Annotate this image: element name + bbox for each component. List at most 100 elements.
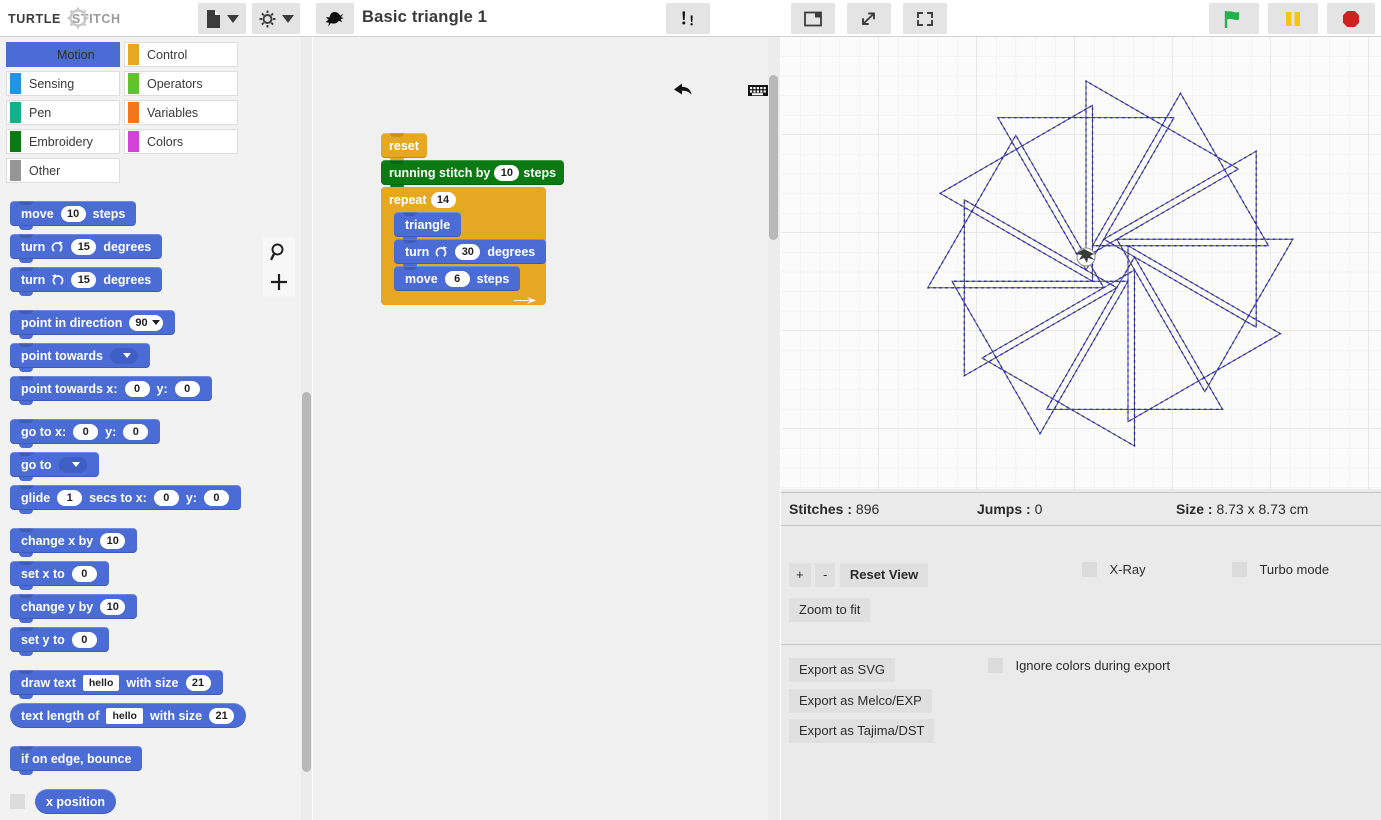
warnings-button[interactable]: [666, 3, 710, 34]
palette-block-row: text length of hello with size 21: [10, 699, 300, 732]
turbo-checkbox[interactable]: [1232, 562, 1247, 578]
embroidery-stage[interactable]: [781, 37, 1381, 489]
palette-category-control[interactable]: Control: [124, 42, 238, 67]
settings-menu-button[interactable]: [252, 3, 300, 34]
repeat-header[interactable]: repeat 14: [381, 187, 468, 212]
script-block-running-stitch[interactable]: running stitch by 10 steps: [381, 160, 565, 189]
xray-toggle[interactable]: X-Ray: [1082, 561, 1146, 579]
file-menu-button[interactable]: [198, 3, 246, 34]
block-x-position[interactable]: x position: [35, 789, 117, 814]
stage-small-button[interactable]: [791, 3, 835, 34]
undo-button[interactable]: [666, 75, 700, 105]
block-triangle[interactable]: triangle: [394, 212, 462, 241]
scripting-area[interactable]: reset running stitch by 10 steps repeat 14 tri…: [313, 37, 780, 820]
block-change-x-by[interactable]: change x by 10: [10, 528, 138, 557]
block-label: point in direction: [21, 315, 123, 330]
scripts-scrollbar[interactable]: [769, 75, 778, 240]
block-number-input[interactable]: 0: [71, 631, 97, 648]
block-number-input[interactable]: 21: [185, 674, 211, 691]
zoom-to-fit-button[interactable]: Zoom to fit: [789, 598, 871, 622]
script-block-reset[interactable]: reset: [381, 133, 427, 162]
palette-category-motion[interactable]: Motion: [6, 42, 120, 67]
palette-category-pen[interactable]: Pen: [6, 100, 120, 125]
exclamation-icon: [682, 11, 693, 25]
block-set-x-to[interactable]: set x to 0: [10, 561, 109, 590]
block-point-towards-xy[interactable]: point towards x: 0 y: 0: [10, 376, 212, 405]
block-turn-right[interactable]: turn 30 degrees: [394, 239, 547, 268]
block-glide[interactable]: glide 1 secs to x: 0 y: 0: [10, 485, 241, 514]
block-text-length-of[interactable]: text length of hello with size 21: [10, 703, 247, 728]
block-dropdown-input[interactable]: [109, 347, 138, 364]
turtle-icon: [325, 11, 344, 26]
block-change-y-by[interactable]: change y by 10: [10, 594, 138, 623]
block-number-input[interactable]: 10: [494, 164, 520, 181]
stop-button[interactable]: [1327, 3, 1375, 34]
block-number-input[interactable]: 0: [153, 489, 179, 506]
block-number-input[interactable]: 30: [455, 243, 481, 260]
block-point-towards[interactable]: point towards: [10, 343, 150, 372]
block-number-input[interactable]: 10: [100, 532, 126, 549]
block-if-on-edge-bounce[interactable]: if on edge, bounce: [10, 746, 143, 775]
category-label: Operators: [147, 76, 203, 91]
block-number-input[interactable]: 1: [57, 489, 83, 506]
pause-button[interactable]: [1268, 3, 1318, 34]
palette-category-sensing[interactable]: Sensing: [6, 71, 120, 96]
block-number-input[interactable]: 0: [123, 423, 149, 440]
block-move[interactable]: move 6 steps: [394, 266, 521, 295]
block-label: point towards x:: [21, 381, 118, 396]
green-flag-button[interactable]: [1209, 3, 1259, 34]
block-number-input[interactable]: 10: [100, 598, 126, 615]
block-label: y:: [156, 381, 168, 396]
palette-block-row: set y to 0: [10, 623, 300, 656]
sprite-turtle-button[interactable]: [316, 3, 354, 34]
block-number-input[interactable]: 0: [203, 489, 229, 506]
block-text-input[interactable]: hello: [106, 707, 143, 724]
reset-view-button[interactable]: Reset View: [839, 563, 929, 587]
block-go-to[interactable]: go to: [10, 452, 99, 481]
ignore-colors-toggle[interactable]: Ignore colors during export: [988, 657, 1170, 675]
turbo-toggle[interactable]: Turbo mode: [1232, 561, 1329, 579]
block-set-y-to[interactable]: set y to 0: [10, 627, 109, 656]
jumps-label: Jumps :: [977, 501, 1031, 517]
script-stack[interactable]: reset running stitch by 10 steps repeat 14 tri…: [381, 133, 565, 305]
palette-category-operators[interactable]: Operators: [124, 71, 238, 96]
block-number-input[interactable]: 10: [60, 205, 86, 222]
block-dropdown-input[interactable]: [58, 456, 87, 473]
block-number-input[interactable]: 0: [73, 423, 99, 440]
block-draw-text[interactable]: draw text hello with size 21: [10, 670, 223, 699]
zoom-out-button[interactable]: -: [815, 563, 836, 587]
block-point-in-direction[interactable]: point in direction 90: [10, 310, 175, 339]
block-label: change x by: [21, 533, 94, 548]
block-dropdown-input[interactable]: 90: [129, 314, 163, 331]
palette-category-other[interactable]: Other: [6, 158, 120, 183]
palette-category-embroidery[interactable]: Embroidery: [6, 129, 120, 154]
script-block-repeat[interactable]: repeat 14 triangle turn 30 degrees move 6 steps: [381, 187, 547, 305]
block-number-input[interactable]: 0: [174, 380, 200, 397]
block-number-input[interactable]: 15: [71, 271, 97, 288]
watcher-checkbox[interactable]: [10, 793, 25, 809]
turn-cw-icon: [51, 240, 64, 252]
ignore-colors-checkbox[interactable]: [988, 658, 1003, 674]
block-turn-left[interactable]: turn 15 degrees: [10, 267, 163, 296]
category-label: Pen: [29, 105, 52, 120]
palette-scrollbar[interactable]: [302, 392, 311, 772]
palette-category-colors[interactable]: Colors: [124, 129, 238, 154]
block-number-input[interactable]: 14: [430, 191, 456, 208]
export-melco-button[interactable]: Export as Melco/EXP: [789, 689, 932, 713]
block-move[interactable]: move 10 steps: [10, 201, 137, 230]
export-tajima-button[interactable]: Export as Tajima/DST: [789, 719, 935, 743]
palette-category-variables[interactable]: Variables: [124, 100, 238, 125]
block-number-input[interactable]: 6: [444, 270, 470, 287]
zoom-in-button[interactable]: +: [789, 563, 811, 587]
xray-checkbox[interactable]: [1082, 562, 1097, 578]
block-number-input[interactable]: 21: [209, 707, 235, 724]
export-svg-button[interactable]: Export as SVG: [789, 658, 895, 682]
presentation-mode-button[interactable]: [903, 3, 947, 34]
block-number-input[interactable]: 0: [124, 380, 150, 397]
block-text-input[interactable]: hello: [82, 674, 120, 691]
stage-shrink-button[interactable]: [847, 3, 891, 34]
block-go-to-xy[interactable]: go to x: 0 y: 0: [10, 419, 161, 448]
block-number-input[interactable]: 0: [71, 565, 97, 582]
block-number-input[interactable]: 15: [71, 238, 97, 255]
block-turn-right[interactable]: turn 15 degrees: [10, 234, 163, 263]
